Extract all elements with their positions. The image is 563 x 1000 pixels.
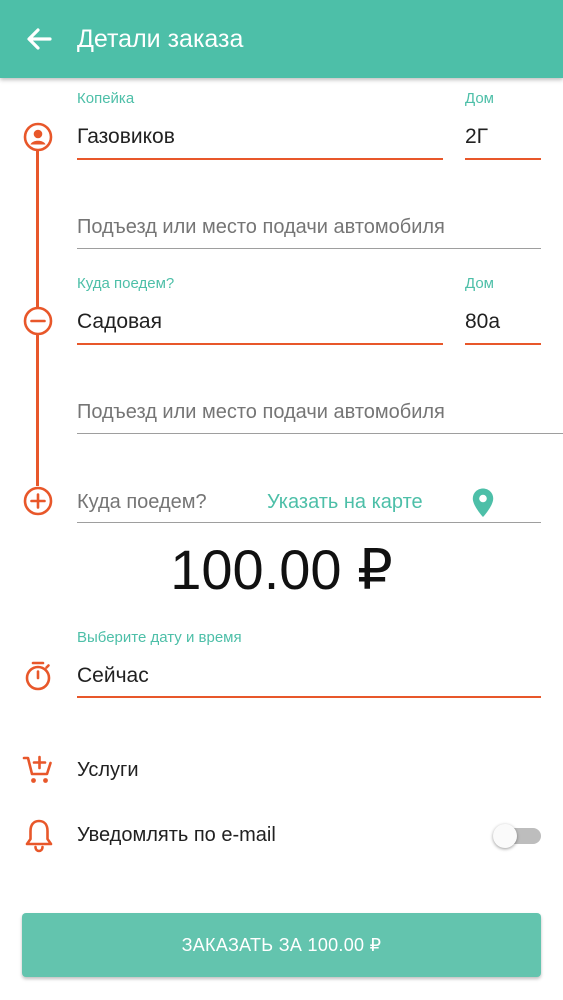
plus-circle-icon[interactable] [23,486,53,516]
stop-entrance-underline [77,433,563,434]
notify-email-label: Уведомлять по e-mail [77,824,276,846]
origin-entrance-underline [77,248,541,249]
arrow-left-icon [27,28,52,50]
datetime-underline [77,696,541,698]
page-title: Детали заказа [77,25,244,53]
origin-street-label: Копейка [77,90,135,107]
stop-house-label: Дом [465,275,494,292]
stop-house-input[interactable]: 80а [465,308,500,336]
stop-house-underline [465,343,541,345]
stopwatch-icon [25,661,51,691]
cart-plus-icon[interactable] [22,754,54,786]
origin-street-underline [77,158,443,160]
order-button[interactable]: ЗАКАЗАТЬ ЗА 100.00 ₽ [22,913,541,977]
stop-street-underline [77,343,443,345]
map-pin-icon[interactable] [471,487,495,519]
origin-house-underline [465,158,541,160]
order-details-screen: Детали заказа Копейка Газовиков Дом 2Г П… [0,0,563,1000]
stop-entrance-input[interactable]: Подъезд или место подачи автомобиля [77,398,445,426]
origin-house-input[interactable]: 2Г [465,123,488,151]
datetime-input[interactable]: Сейчас [77,662,149,690]
origin-street-input[interactable]: Газовиков [77,123,175,151]
app-bar: Детали заказа [0,0,563,78]
destination-underline [77,522,541,523]
origin-house-label: Дом [465,90,494,107]
user-circle-icon [23,122,53,152]
origin-entrance-input[interactable]: Подъезд или место подачи автомобиля [77,213,445,241]
notify-email-toggle[interactable] [493,824,541,848]
datetime-label: Выберите дату и время [77,629,242,646]
choose-on-map-link[interactable]: Указать на карте [267,488,423,516]
bell-icon [25,819,53,853]
order-price: 100.00 ₽ [170,538,393,601]
back-button[interactable] [22,22,56,56]
minus-circle-icon[interactable] [23,306,53,336]
services-item[interactable]: Услуги [77,756,139,784]
stop-street-input[interactable]: Садовая [77,308,162,336]
destination-input[interactable]: Куда поедем? [77,488,207,516]
toggle-thumb [493,824,517,848]
stop-street-label: Куда поедем? [77,275,175,292]
